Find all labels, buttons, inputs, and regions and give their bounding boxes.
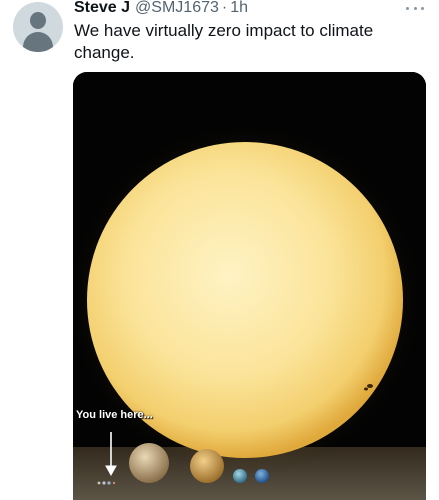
sun-planets-illustration — [73, 72, 426, 500]
author-avatar[interactable] — [13, 2, 63, 52]
saturn — [190, 449, 224, 483]
jupiter — [129, 443, 169, 483]
tweet-timestamp[interactable]: 1h — [230, 0, 248, 19]
neptune — [255, 469, 269, 483]
more-horizontal-icon[interactable] — [404, 0, 426, 16]
tweet-text: We have virtually zero impact to climate… — [74, 21, 374, 62]
author-handle[interactable]: @SMJ1673 — [135, 0, 219, 19]
author-name[interactable]: Steve J — [74, 0, 130, 19]
tweet-card[interactable]: Steve J @SMJ1673 · 1h We have virtually … — [0, 0, 439, 500]
default-profile-icon — [30, 12, 46, 29]
media-caption: You live here... — [76, 409, 153, 421]
tweet-header: Steve J @SMJ1673 · 1h — [74, 0, 248, 19]
tweet-media-image[interactable]: You live here... — [73, 72, 426, 500]
uranus — [233, 469, 247, 483]
separator-dot: · — [221, 0, 228, 16]
